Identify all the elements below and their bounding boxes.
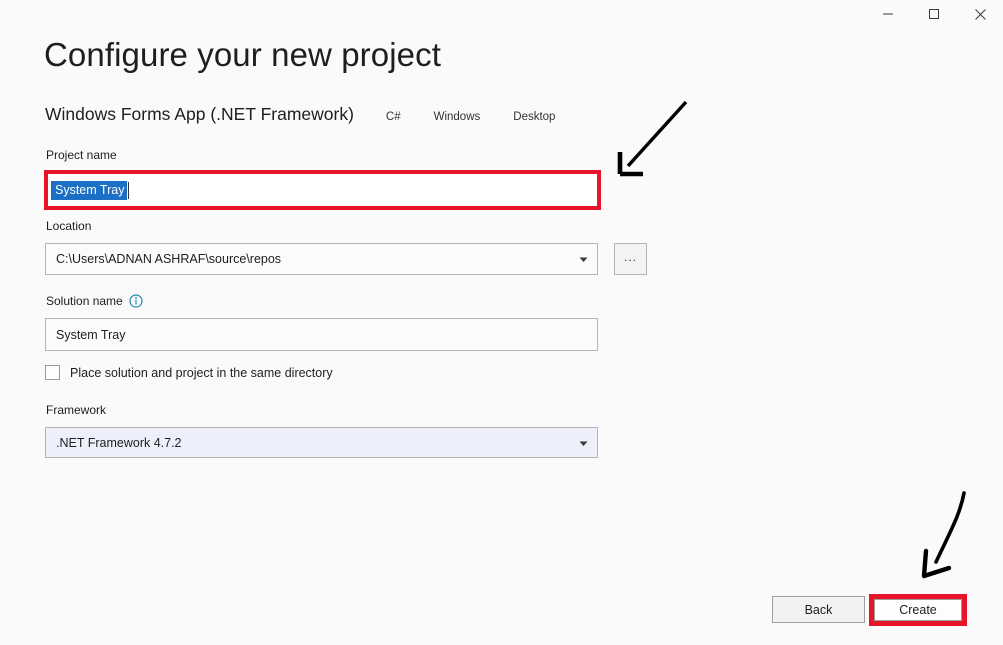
same-directory-label: Place solution and project in the same d…	[70, 365, 333, 380]
tag-platform: Windows	[433, 111, 481, 123]
info-circle-icon[interactable]	[129, 294, 143, 308]
location-value: C:\Users\ADNAN ASHRAF\source\repos	[56, 252, 282, 266]
project-name-value: System Tray	[51, 180, 128, 200]
back-button[interactable]: Back	[772, 596, 865, 623]
project-name-input[interactable]: System Tray	[51, 180, 130, 200]
project-name-label: Project name	[46, 148, 117, 162]
create-button[interactable]: Create	[874, 599, 962, 621]
framework-label: Framework	[46, 403, 107, 417]
chevron-down-icon	[579, 252, 588, 266]
chevron-down-icon	[579, 436, 588, 450]
text-caret	[128, 181, 130, 199]
solution-name-label-row: Solution name	[46, 294, 143, 308]
configure-project-page: Configure your new project Windows Forms…	[0, 0, 1003, 645]
location-label: Location	[46, 219, 92, 233]
arrow-to-project-name	[617, 100, 688, 177]
tag-language: C#	[385, 111, 401, 123]
tag-project-type: Desktop	[513, 111, 556, 123]
solution-name-label: Solution name	[46, 294, 123, 308]
location-combobox[interactable]: C:\Users\ADNAN ASHRAF\source\repos	[45, 243, 598, 275]
framework-combobox[interactable]: .NET Framework 4.7.2	[45, 427, 598, 458]
page-title: Configure your new project	[44, 36, 441, 73]
solution-name-input[interactable]: System Tray	[45, 318, 598, 351]
framework-value: .NET Framework 4.7.2	[56, 435, 182, 450]
template-name: Windows Forms App (.NET Framework)	[45, 104, 354, 124]
template-summary: Windows Forms App (.NET Framework) C# Wi…	[45, 104, 555, 125]
arrow-to-create-button	[921, 491, 966, 579]
browse-location-button[interactable]: ...	[614, 243, 647, 275]
same-directory-checkbox[interactable]	[45, 365, 60, 380]
same-directory-row[interactable]: Place solution and project in the same d…	[45, 365, 333, 380]
